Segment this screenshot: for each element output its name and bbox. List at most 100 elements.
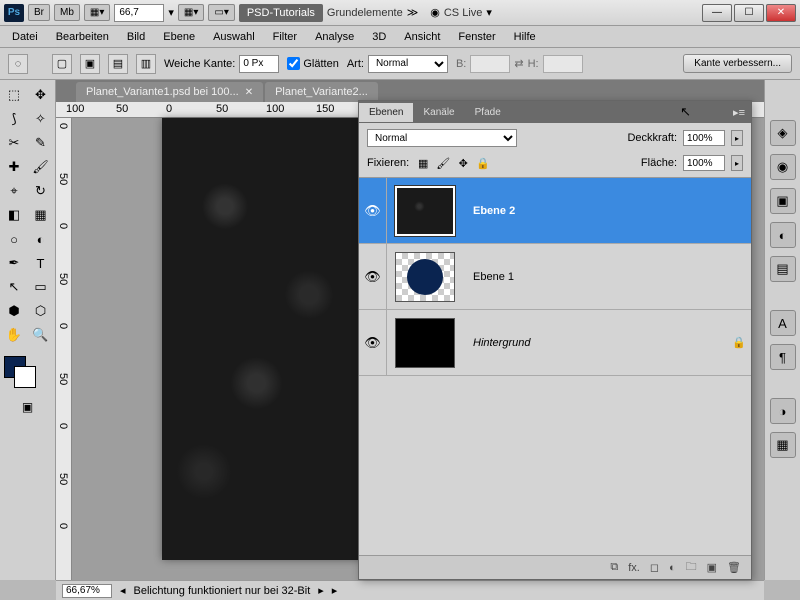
tab-pfade[interactable]: Pfade — [465, 103, 511, 122]
feather-input[interactable] — [239, 55, 279, 73]
flyout-icon[interactable]: ▸ — [332, 584, 338, 597]
window-minimize-button[interactable]: — — [702, 4, 732, 22]
layout-dropdown[interactable]: ▦▾ — [84, 4, 110, 21]
move-tool[interactable]: ⬚ — [2, 84, 26, 106]
path-select-tool[interactable]: ↖ — [2, 276, 26, 298]
screen-mode-button[interactable]: ▭▾ — [208, 4, 234, 21]
history-panel-icon[interactable]: ◑ — [770, 398, 796, 424]
close-icon[interactable]: ✕ — [245, 87, 253, 98]
layer-thumbnail[interactable] — [395, 252, 455, 302]
styles-panel-icon[interactable]: ▣ — [770, 188, 796, 214]
lasso-tool[interactable]: ⟆ — [2, 108, 26, 130]
style-select[interactable]: Normal — [368, 55, 448, 73]
lock-transparency-icon[interactable]: ▦ — [415, 155, 431, 171]
tab-document-2[interactable]: Planet_Variante2... — [265, 82, 378, 102]
menu-hilfe[interactable]: Hilfe — [506, 29, 544, 45]
layer-name[interactable]: Ebene 1 — [463, 271, 727, 283]
lock-position-icon[interactable]: ✥ — [455, 155, 471, 171]
link-layers-icon[interactable]: ⧉ — [610, 561, 618, 574]
antialias-checkbox[interactable] — [287, 57, 300, 70]
group-icon[interactable]: 🗀 — [686, 558, 697, 577]
dropdown-icon[interactable]: ▾ — [168, 6, 174, 19]
fill-input[interactable] — [683, 155, 725, 171]
masks-panel-icon[interactable]: ▤ — [770, 256, 796, 282]
workspace-name[interactable]: Grundelemente — [327, 7, 403, 19]
fill-flyout-icon[interactable]: ▸ — [731, 155, 743, 171]
minibridge-button[interactable]: Mb — [54, 4, 80, 21]
selection-intersect-icon[interactable]: ▥ — [136, 54, 156, 74]
tab-ebenen[interactable]: Ebenen — [359, 103, 413, 122]
menu-analyse[interactable]: Analyse — [307, 29, 362, 45]
cslive-icon[interactable]: ◉ — [430, 6, 440, 19]
quickmask-toggle[interactable]: ▣ — [2, 400, 53, 414]
adjustment-layer-icon[interactable]: ◐ — [669, 562, 676, 574]
layer-thumbnail[interactable] — [395, 186, 455, 236]
menu-bild[interactable]: Bild — [119, 29, 153, 45]
selection-add-icon[interactable]: ▣ — [80, 54, 100, 74]
history-brush-tool[interactable]: ↻ — [29, 180, 53, 202]
window-close-button[interactable]: ✕ — [766, 4, 796, 22]
panel-menu-icon[interactable]: ▸≡ — [727, 106, 751, 119]
menu-datei[interactable]: Datei — [4, 29, 46, 45]
layer-effects-icon[interactable]: fx. — [628, 562, 640, 574]
selection-subtract-icon[interactable]: ▤ — [108, 54, 128, 74]
lock-all-icon[interactable]: 🔒 — [475, 155, 491, 171]
3d-tool[interactable]: ⬢ — [2, 300, 26, 322]
document-canvas[interactable] — [162, 118, 372, 560]
marquee-tool-icon[interactable]: ◌ — [8, 54, 28, 74]
layers-panel-icon[interactable]: ▦ — [770, 432, 796, 458]
nav-prev-icon[interactable]: ◂ — [120, 584, 126, 597]
stamp-tool[interactable]: ⌖ — [2, 180, 26, 202]
window-maximize-button[interactable]: ☐ — [734, 4, 764, 22]
color-panel-icon[interactable]: ◈ — [770, 120, 796, 146]
delete-layer-icon[interactable]: 🗑 — [727, 561, 741, 574]
layer-name[interactable]: Ebene 2 — [463, 205, 727, 217]
selection-new-icon[interactable]: ▢ — [52, 54, 72, 74]
color-swatches[interactable] — [2, 354, 53, 390]
layer-row[interactable]: 👁 Hintergrund 🔒 — [359, 310, 751, 376]
zoom-tool[interactable]: 🔍 — [29, 324, 53, 346]
eraser-tool[interactable]: ◧ — [2, 204, 26, 226]
dodge-tool[interactable]: ◐ — [29, 228, 53, 250]
layer-thumbnail[interactable] — [395, 318, 455, 368]
tab-document-1[interactable]: Planet_Variante1.psd bei 100... ✕ — [76, 82, 263, 102]
pen-tool[interactable]: ✒ — [2, 252, 26, 274]
tab-kanaele[interactable]: Kanäle — [413, 103, 464, 122]
visibility-toggle[interactable]: 👁 — [359, 244, 387, 309]
menu-bearbeiten[interactable]: Bearbeiten — [48, 29, 117, 45]
workspace-tag-psd[interactable]: PSD-Tutorials — [239, 4, 323, 22]
menu-ansicht[interactable]: Ansicht — [396, 29, 448, 45]
opacity-input[interactable] — [683, 130, 725, 146]
refine-edge-button[interactable]: Kante verbessern... — [683, 54, 792, 73]
view-extras-button[interactable]: ▦▾ — [178, 4, 204, 21]
paragraph-panel-icon[interactable]: ¶ — [770, 344, 796, 370]
menu-auswahl[interactable]: Auswahl — [205, 29, 263, 45]
background-swatch[interactable] — [14, 366, 36, 388]
blur-tool[interactable]: ○ — [2, 228, 26, 250]
status-zoom-input[interactable] — [62, 584, 112, 598]
menu-filter[interactable]: Filter — [265, 29, 305, 45]
gradient-tool[interactable]: ▦ — [29, 204, 53, 226]
eyedropper-tool[interactable]: ✎ — [29, 132, 53, 154]
healing-tool[interactable]: ✚ — [2, 156, 26, 178]
crop-tool[interactable]: ✂ — [2, 132, 26, 154]
cslive-label[interactable]: CS Live — [444, 7, 483, 19]
character-panel-icon[interactable]: A — [770, 310, 796, 336]
menu-fenster[interactable]: Fenster — [450, 29, 503, 45]
layer-mask-icon[interactable]: ◻ — [650, 561, 659, 574]
wand-tool[interactable]: ✧ — [29, 108, 53, 130]
menu-ebene[interactable]: Ebene — [155, 29, 203, 45]
nav-next-icon[interactable]: ▸ — [318, 584, 324, 597]
new-layer-icon[interactable]: ▣ — [707, 561, 717, 574]
swatches-panel-icon[interactable]: ◉ — [770, 154, 796, 180]
visibility-toggle[interactable]: 👁 — [359, 178, 387, 243]
layers-panel[interactable]: Ebenen Kanäle Pfade ▸≡ ↖ Normal Deckkraf… — [358, 100, 752, 580]
adjustments-panel-icon[interactable]: ◐ — [770, 222, 796, 248]
layer-row[interactable]: 👁 Ebene 1 — [359, 244, 751, 310]
visibility-toggle[interactable]: 👁 — [359, 310, 387, 375]
hand-tool[interactable]: ✋ — [2, 324, 26, 346]
opacity-flyout-icon[interactable]: ▸ — [731, 130, 743, 146]
menu-3d[interactable]: 3D — [364, 29, 394, 45]
lock-pixels-icon[interactable]: 🖌 — [435, 155, 451, 171]
zoom-input[interactable] — [114, 4, 164, 22]
